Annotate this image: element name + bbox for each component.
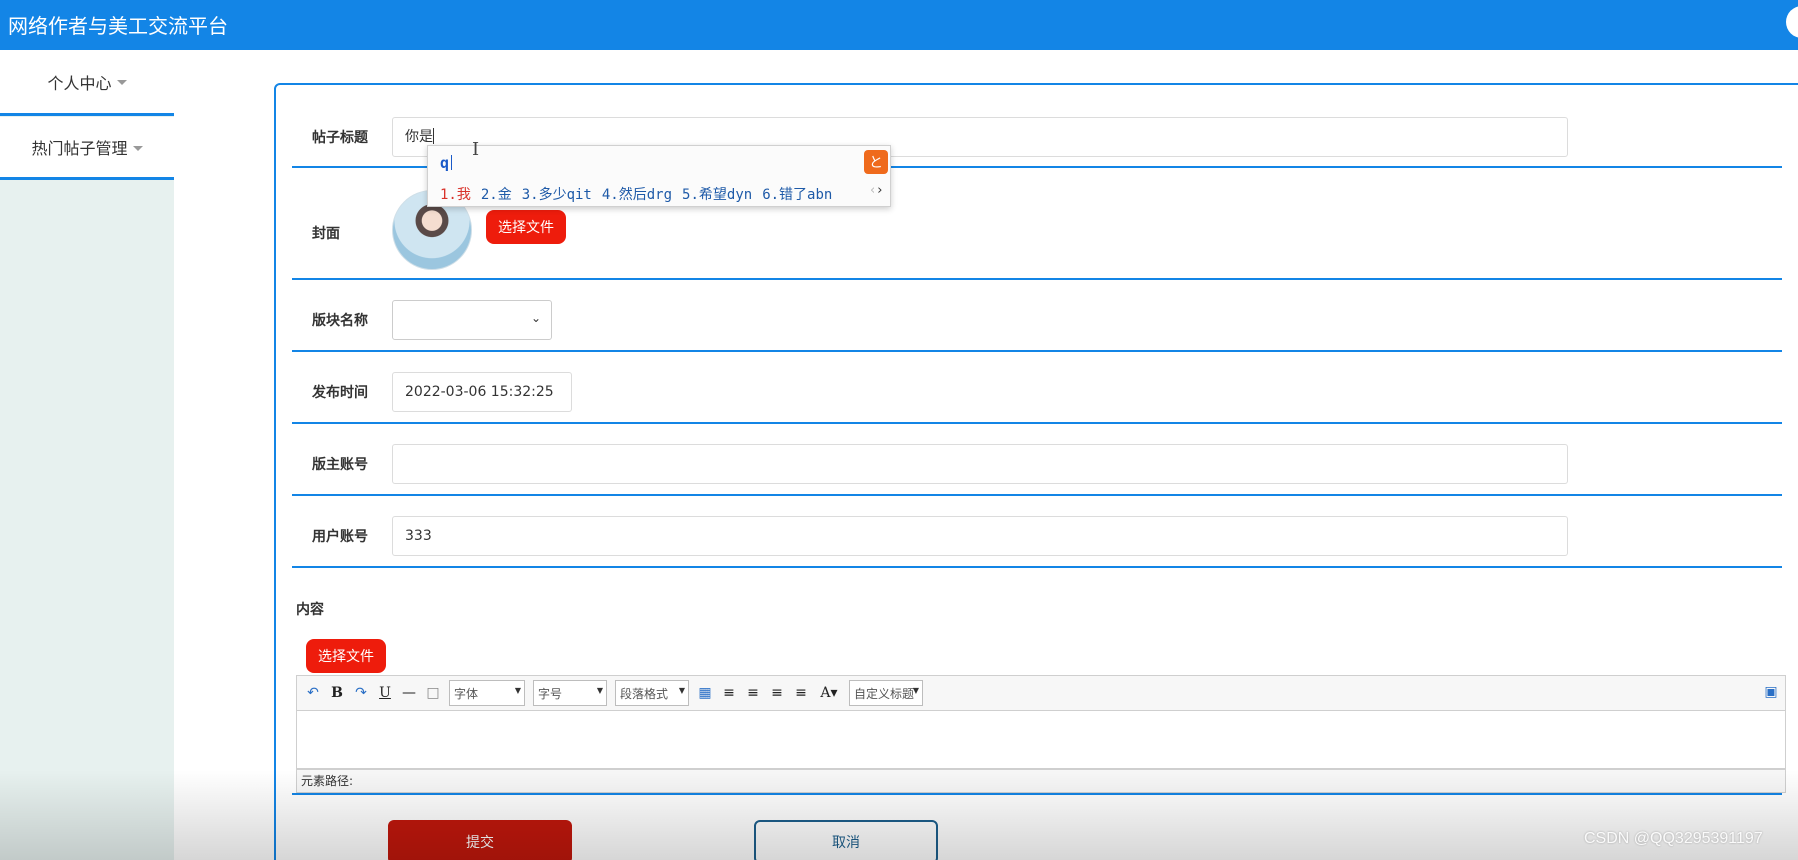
font-family-select[interactable]: 字体 ▼ — [449, 680, 525, 706]
chevron-left-icon[interactable]: ‹ — [870, 183, 875, 198]
moderator-input[interactable] — [392, 444, 1568, 484]
new-document-icon[interactable]: □ — [425, 685, 441, 701]
align-center-icon[interactable]: ≡ — [769, 685, 785, 701]
font-size-value: 字号 — [538, 687, 563, 701]
custom-title-value: 自定义标题 — [854, 687, 915, 701]
app-window: 网络作者与美工交流平台 个人中心 热门帖子管理 帖子标题 你是 封面 选择文件 … — [0, 0, 1798, 860]
user-input[interactable]: 333 — [392, 516, 1568, 556]
sidebar: 个人中心 热门帖子管理 — [0, 50, 174, 860]
ime-candidate[interactable]: 2.金 — [481, 184, 512, 204]
ime-candidate-popup: q と 1.我 2.金 3.多少qit 4.然后drg 5.希望dyn 6.错了… — [427, 145, 891, 207]
editor-element-path: 元素路径: — [296, 769, 1786, 793]
ime-composition: q — [440, 154, 452, 172]
font-family-value: 字体 — [454, 687, 479, 701]
content-choose-file-button[interactable]: 选择文件 — [306, 639, 386, 673]
moderator-label: 版主账号 — [312, 457, 368, 473]
title-label: 帖子标题 — [312, 130, 368, 146]
table-icon[interactable]: ▦ — [697, 685, 713, 701]
text-cursor-icon: I — [472, 139, 480, 160]
submit-button[interactable]: 提交 — [388, 820, 572, 860]
cover-choose-file-button[interactable]: 选择文件 — [486, 210, 566, 244]
ime-logo-icon: と — [864, 150, 888, 174]
ime-candidate[interactable]: 6.错了abn — [762, 184, 832, 204]
dropdown-arrow-icon: ▼ — [678, 686, 685, 695]
ime-page-arrows[interactable]: ‹ › — [870, 183, 882, 198]
fullscreen-icon[interactable]: ▣ — [1763, 684, 1779, 700]
font-size-select[interactable]: 字号 ▼ — [533, 680, 607, 706]
custom-title-select[interactable]: 自定义标题 ▼ — [849, 680, 923, 706]
form-row-publish-time: 发布时间 2022-03-06 15:32:25 — [292, 352, 1782, 424]
chevron-down-icon: ⌄ — [530, 311, 541, 325]
form-divider — [292, 793, 1782, 795]
sidebar-item-hot-posts[interactable]: 热门帖子管理 — [0, 117, 174, 180]
horizontal-rule-icon[interactable]: — — [401, 685, 417, 701]
align-right-icon[interactable]: ≡ — [745, 685, 761, 701]
cover-label: 封面 — [312, 226, 340, 242]
dropdown-arrow-icon: ▼ — [912, 686, 919, 695]
ime-candidate[interactable]: 1.我 — [440, 184, 471, 204]
title-input-value: 你是 — [405, 129, 433, 145]
content-label: 内容 — [296, 602, 324, 618]
app-title: 网络作者与美工交流平台 — [8, 14, 228, 38]
form-row-user: 用户账号 333 — [292, 496, 1782, 568]
sidebar-item-label: 热门帖子管理 — [31, 139, 128, 158]
cancel-button[interactable]: 取消 — [754, 820, 938, 860]
undo-icon[interactable]: ↶ — [305, 685, 321, 701]
publish-time-input[interactable]: 2022-03-06 15:32:25 — [392, 372, 572, 412]
ime-candidate[interactable]: 5.希望dyn — [682, 184, 752, 204]
top-header: 网络作者与美工交流平台 — [0, 0, 1798, 50]
underline-icon[interactable]: U — [377, 685, 393, 701]
bold-icon[interactable]: B — [329, 685, 345, 701]
paragraph-format-value: 段落格式 — [620, 687, 669, 701]
chevron-down-icon — [132, 145, 143, 151]
form-row-moderator: 版主账号 — [292, 424, 1782, 496]
redo-icon[interactable]: ↷ — [353, 685, 369, 701]
user-avatar[interactable] — [1786, 6, 1798, 38]
sidebar-item-label: 个人中心 — [47, 73, 112, 93]
form-row-section: 版块名称 ⌄ — [292, 280, 1782, 352]
font-color-icon[interactable]: A▾ — [817, 685, 841, 701]
text-cursor — [433, 128, 434, 144]
chevron-down-icon — [116, 80, 127, 85]
align-justify-icon[interactable]: ≡ — [793, 685, 809, 701]
editor-content-area[interactable] — [296, 711, 1786, 769]
ime-candidate[interactable]: 4.然后drg — [602, 184, 672, 204]
user-label: 用户账号 — [312, 529, 368, 545]
sidebar-item-personal-center[interactable]: 个人中心 — [0, 50, 174, 116]
ime-candidate[interactable]: 3.多少qit — [522, 184, 592, 204]
paragraph-format-select[interactable]: 段落格式 ▼ — [615, 680, 689, 706]
editor-toolbar: ↶ B ↷ U — □ 字体 ▼ 字号 ▼ 段落格式 ▼ ▦ ≡ ≡ ≡ ≡ A▾ 自… — [296, 675, 1786, 711]
watermark: CSDN @QQ3295391197 — [1584, 830, 1763, 847]
chevron-right-icon[interactable]: › — [877, 183, 882, 198]
section-label: 版块名称 — [312, 313, 368, 329]
dropdown-arrow-icon: ▼ — [596, 686, 603, 695]
align-left-icon[interactable]: ≡ — [721, 685, 737, 701]
section-select[interactable]: ⌄ — [392, 300, 552, 340]
dropdown-arrow-icon: ▼ — [514, 686, 521, 695]
publish-time-label: 发布时间 — [312, 385, 368, 401]
ime-candidate-list: 1.我 2.金 3.多少qit 4.然后drg 5.希望dyn 6.错了abn — [440, 184, 832, 204]
